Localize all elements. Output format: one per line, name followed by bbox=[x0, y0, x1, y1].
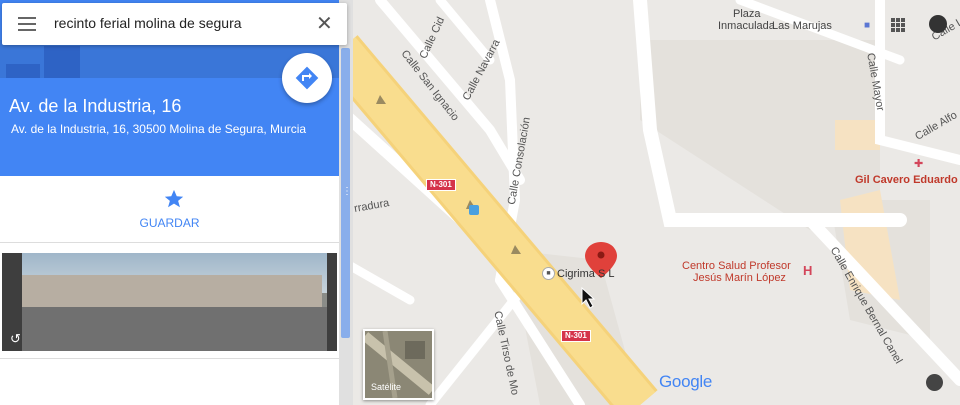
search-input[interactable] bbox=[52, 14, 296, 32]
rotate-360-icon: ↺ bbox=[10, 331, 21, 346]
map-label-jesus-marin: Jesús Marín López bbox=[693, 272, 786, 284]
street-view-pegman-icon[interactable] bbox=[926, 374, 943, 391]
hospital-icon: ✚ bbox=[914, 158, 924, 170]
bus-stop-icon[interactable] bbox=[469, 205, 479, 215]
business-icon[interactable]: ■ bbox=[542, 267, 555, 280]
directions-button[interactable] bbox=[282, 53, 332, 103]
google-logo-text: Google bbox=[659, 372, 713, 391]
star-icon[interactable] bbox=[163, 188, 185, 210]
satellite-label: Satélite bbox=[371, 382, 402, 392]
google-logo: Google bbox=[659, 372, 712, 392]
road-shield-n301: N-301 bbox=[426, 179, 456, 191]
close-icon[interactable]: ✕ bbox=[316, 14, 333, 34]
divider bbox=[0, 358, 339, 359]
collapse-panel-handle-icon[interactable]: ⋮ bbox=[342, 186, 352, 197]
map-label-las-marujas: Las Marujas bbox=[772, 20, 832, 32]
place-address: Av. de la Industria, 16, 30500 Molina de… bbox=[11, 122, 307, 136]
map-label-plaza: Plaza bbox=[733, 8, 761, 20]
shop-icon: ■ bbox=[864, 20, 871, 31]
map-label-centro-salud: Centro Salud Profesor bbox=[682, 260, 791, 272]
save-button[interactable]: GUARDAR bbox=[0, 216, 339, 230]
map-label-gil-cavero: Gil Cavero Eduardo J bbox=[855, 174, 960, 186]
map-label-cigrima[interactable]: Cigrima S L bbox=[557, 268, 614, 280]
search-box: ✕ bbox=[2, 3, 347, 45]
divider bbox=[0, 242, 339, 243]
apps-grid-icon[interactable] bbox=[891, 18, 905, 32]
health-center-icon: H bbox=[803, 263, 813, 278]
panel-scrollbar[interactable]: ⋮ bbox=[339, 0, 353, 405]
map-label-inmaculada: Inmaculada bbox=[718, 20, 775, 32]
place-title: Av. de la Industria, 16 bbox=[9, 96, 182, 116]
notifications-icon[interactable] bbox=[929, 15, 947, 33]
directions-icon bbox=[295, 66, 319, 90]
satellite-toggle-button[interactable]: Satélite bbox=[363, 329, 434, 400]
street-view-thumbnail[interactable]: ↺ bbox=[2, 253, 337, 351]
menu-icon[interactable] bbox=[18, 17, 36, 31]
road-shield-n301-lower: N-301 bbox=[561, 330, 591, 342]
